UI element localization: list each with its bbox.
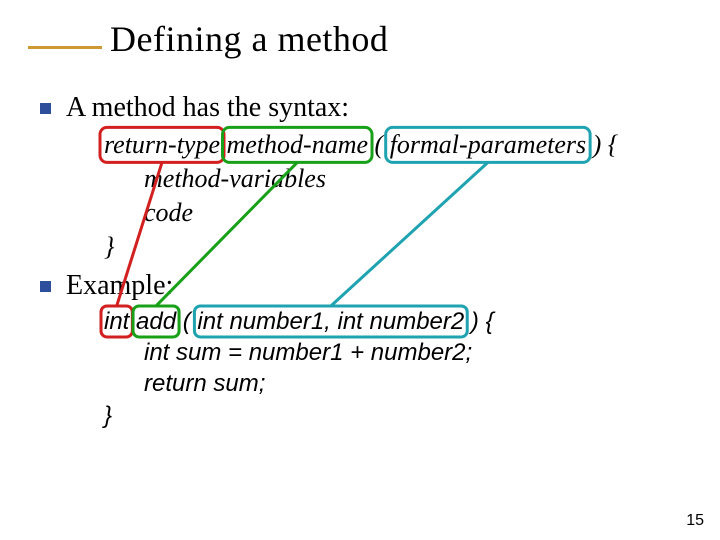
rparen: )	[471, 308, 479, 335]
open-brace: {	[486, 308, 494, 335]
example-body-2: return sum;	[144, 370, 265, 397]
bullet-1: A method has the syntax:	[40, 90, 680, 126]
open-brace: {	[608, 130, 618, 159]
example-block: int add ( int number1, int number2 ) { i…	[104, 306, 680, 431]
example-parameters: int number1, int number2	[197, 308, 464, 335]
example-return-type: int	[104, 308, 129, 335]
close-brace: }	[104, 402, 112, 429]
syntax-block: return-type method-name ( formal-paramet…	[104, 128, 680, 263]
return-type: return-type	[104, 130, 220, 159]
lparen: (	[183, 308, 191, 335]
example-method-name: add	[136, 308, 176, 335]
code-word: code	[144, 198, 193, 227]
rparen: )	[593, 130, 602, 159]
bullet-1-text: A method has the syntax:	[66, 92, 349, 123]
example-body-1: int sum = number1 + number2;	[144, 339, 472, 366]
lparen: (	[375, 130, 384, 159]
slide: Defining a method A method has the synta…	[0, 0, 720, 540]
bullet-2: Example:	[40, 268, 680, 304]
syntax-line-2: method-variables	[104, 162, 680, 196]
example-line-1: int add ( int number1, int number2 ) {	[104, 306, 680, 337]
body: A method has the syntax: return-type met…	[40, 90, 680, 431]
close-brace: }	[104, 232, 114, 261]
example-line-4: }	[104, 400, 680, 431]
example-line-2: int sum = number1 + number2;	[104, 337, 680, 368]
method-variables: method-variables	[144, 164, 326, 193]
bullet-icon	[40, 103, 51, 114]
syntax-line-1: return-type method-name ( formal-paramet…	[104, 128, 680, 162]
formal-parameters: formal-parameters	[390, 130, 586, 159]
title-row: Defining a method	[28, 18, 388, 60]
example-line-3: return sum;	[104, 368, 680, 399]
bullet-icon	[40, 281, 51, 292]
slide-title: Defining a method	[110, 18, 388, 60]
page-number: 15	[686, 512, 704, 530]
syntax-line-4: }	[104, 230, 680, 264]
bullet-2-text: Example:	[66, 270, 173, 301]
syntax-line-3: code	[104, 196, 680, 230]
title-accent	[28, 46, 102, 49]
method-name: method-name	[227, 130, 369, 159]
